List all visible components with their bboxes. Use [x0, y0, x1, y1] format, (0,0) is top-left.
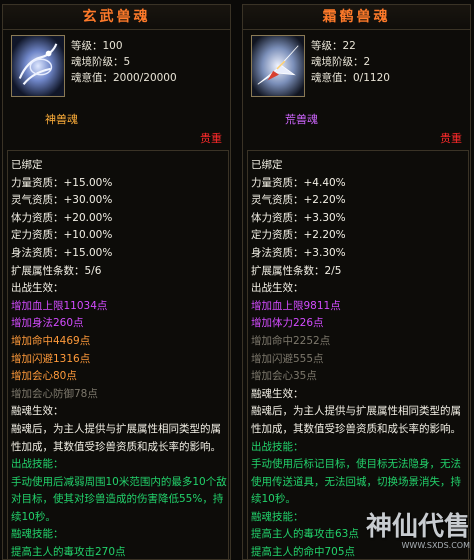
- description-line: 体力资质：+3.30%: [251, 211, 346, 224]
- description-lines: 已绑定力量资质：+15.00% 灵气资质：+30.00% 体力资质：+20.00% 定…: [8, 151, 228, 559]
- description-line: 体力资质：+20.00%: [11, 211, 113, 224]
- description-line: 手动使用后减弱周围10米范围内的最多10个敌对目标，使其对珍兽造成的伤害降低55…: [11, 475, 227, 523]
- description-line: 力量资质：+4.40%: [251, 176, 346, 189]
- site-watermark: 神仙代售 WWW.SXDS.COM: [350, 506, 470, 550]
- description-line: 融魂生效：: [11, 405, 64, 418]
- description-line: 出战技能：: [251, 440, 304, 453]
- watermark-url: WWW.SXDS.COM: [401, 541, 470, 550]
- description-line: 定力资质：+2.20%: [251, 229, 346, 242]
- description-line: 已绑定: [11, 159, 43, 171]
- description-box: 已绑定力量资质：+4.40% 灵气资质：+2.20% 体力资质：+3.30% 定力资质…: [247, 150, 469, 559]
- soul-stats: 等级：22 魂境阶级：2 魂意值：0/1120: [311, 38, 390, 86]
- description-line: 增加命中4469点: [11, 334, 91, 347]
- level-text: 等级：22: [311, 40, 356, 52]
- description-box: 已绑定力量资质：+15.00% 灵气资质：+30.00% 体力资质：+20.00% 定…: [7, 150, 229, 559]
- soul-type-label: 荒兽魂: [285, 113, 318, 126]
- description-line: 出战技能：: [11, 458, 64, 471]
- realm-text: 魂境阶级：5: [71, 56, 131, 68]
- description-line: 融魂后，为主人提供与扩展属性相同类型的属性加成，其数值受珍兽资质和成长率的影响。: [251, 405, 461, 435]
- description-line: 灵气资质：+2.20%: [251, 194, 346, 207]
- description-line: 增加体力226点: [251, 317, 324, 330]
- description-line: 增加会心35点: [251, 370, 317, 383]
- description-line: 手动使用后标记目标，使目标无法隐身，无法使用传送道具，无法回城，切换场景消失，持…: [251, 458, 461, 506]
- soul-type-label: 神兽魂: [45, 113, 78, 126]
- xuanwu-soul-icon: [11, 35, 65, 97]
- item-title: 玄武兽魂: [3, 5, 230, 30]
- description-line: 融魂生效：: [251, 387, 304, 400]
- rarity-label: 贵重: [440, 132, 462, 145]
- description-line: 增加会心80点: [11, 370, 77, 383]
- description-line: 扩展属性条数：2/5: [251, 264, 342, 277]
- description-line: 灵气资质：+30.00%: [11, 194, 113, 207]
- description-line: 融魂技能：: [11, 528, 64, 541]
- description-line: 已绑定: [251, 159, 283, 171]
- description-line: 提高主人的毒攻击270点: [11, 546, 126, 559]
- description-line: 定力资质：+10.00%: [11, 229, 113, 242]
- description-line: 增加闪避555点: [251, 352, 324, 365]
- description-line: 增加血上限11034点: [11, 299, 108, 312]
- soul-stats: 等级：100 魂境阶级：5 魂意值：2000/20000: [71, 38, 177, 86]
- description-line: 增加会心防御78点: [11, 387, 98, 400]
- description-lines: 已绑定力量资质：+4.40% 灵气资质：+2.20% 体力资质：+3.30% 定力资质…: [248, 151, 468, 559]
- crane-soul-icon: [251, 35, 305, 97]
- tooltip-right: 霜鹤兽魂 等级：22 魂境阶级：2 魂意值：0/1120 荒兽魂 贵重 已绑定力…: [242, 4, 471, 560]
- description-line: 扩展属性条数：5/6: [11, 264, 102, 277]
- description-line: 身法资质：+15.00%: [11, 246, 113, 259]
- realm-text: 魂境阶级：2: [311, 56, 371, 68]
- rarity-label: 贵重: [200, 132, 222, 145]
- description-line: 增加闪避1316点: [11, 352, 91, 365]
- soul-power-text: 魂意值：2000/20000: [71, 72, 177, 84]
- description-line: 身法资质：+3.30%: [251, 246, 346, 259]
- soul-power-text: 魂意值：0/1120: [311, 72, 390, 84]
- description-line: 增加血上限9811点: [251, 299, 341, 312]
- description-line: 增加命中2252点: [251, 334, 331, 347]
- description-line: 出战生效：: [251, 282, 304, 295]
- item-title: 霜鹤兽魂: [243, 5, 470, 30]
- tooltip-left: 玄武兽魂 等级：100 魂境阶级：5 魂意值：2000/20000 神兽魂 贵重…: [2, 4, 231, 560]
- level-text: 等级：100: [71, 40, 123, 52]
- description-line: 增加身法260点: [11, 317, 84, 330]
- description-line: 力量资质：+15.00%: [11, 176, 113, 189]
- description-line: 融魂后，为主人提供与扩展属性相同类型的属性加成，其数值受珍兽资质和成长率的影响。: [11, 422, 221, 453]
- description-line: 出战生效：: [11, 282, 64, 295]
- watermark-text: 神仙代售: [365, 512, 470, 542]
